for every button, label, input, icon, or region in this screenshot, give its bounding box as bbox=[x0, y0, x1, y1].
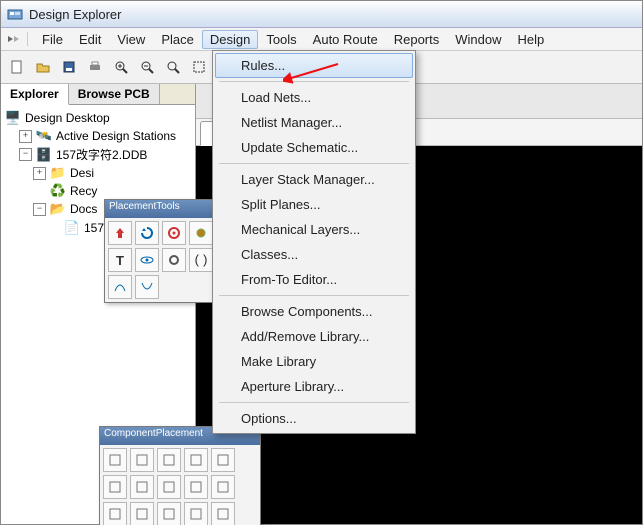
rotate-icon[interactable] bbox=[135, 221, 159, 245]
tree-ddb[interactable]: − 🗄️ 157改字符2.DDB bbox=[17, 145, 193, 164]
expander-icon[interactable]: + bbox=[19, 130, 32, 143]
expander-icon[interactable]: − bbox=[19, 148, 32, 161]
pcb-file-icon: 📄 bbox=[64, 220, 80, 236]
menu-item-netlist-manager[interactable]: Netlist Manager... bbox=[215, 110, 413, 135]
menu-item-add-remove-library[interactable]: Add/Remove Library... bbox=[215, 324, 413, 349]
select-rect-icon[interactable] bbox=[187, 55, 211, 79]
tree-active-stations[interactable]: + 🛰️ Active Design Stations bbox=[17, 127, 193, 145]
bracket-icon[interactable]: () bbox=[189, 248, 213, 272]
tree-recycle[interactable]: ♻️ Recy bbox=[31, 182, 193, 200]
tree-label: 157改字符2.DDB bbox=[56, 146, 147, 163]
align-left-icon[interactable] bbox=[103, 448, 127, 472]
tab-browse-pcb[interactable]: Browse PCB bbox=[69, 84, 160, 104]
open-icon[interactable] bbox=[31, 55, 55, 79]
station-icon: 🛰️ bbox=[36, 128, 52, 144]
titlebar: Design Explorer bbox=[1, 1, 642, 28]
save-icon[interactable] bbox=[57, 55, 81, 79]
tree-label: Recy bbox=[70, 184, 97, 198]
app-icon bbox=[7, 6, 23, 22]
app-window: Design Explorer FileEditViewPlaceDesignT… bbox=[0, 0, 643, 525]
spread-icon[interactable] bbox=[103, 502, 127, 525]
lock-anchor-icon[interactable] bbox=[184, 475, 208, 499]
menu-separator bbox=[219, 81, 409, 82]
tab-explorer[interactable]: Explorer bbox=[1, 84, 69, 105]
align-right-icon[interactable] bbox=[157, 448, 181, 472]
file-icon[interactable] bbox=[5, 55, 29, 79]
tree-label: Docs bbox=[70, 202, 97, 216]
text-icon[interactable]: T bbox=[108, 248, 132, 272]
distribute-v-icon[interactable] bbox=[157, 475, 181, 499]
expander-icon[interactable]: − bbox=[33, 203, 46, 216]
flip-v-icon[interactable] bbox=[211, 502, 235, 525]
group-icon[interactable] bbox=[130, 502, 154, 525]
flow2-icon[interactable] bbox=[135, 275, 159, 299]
database-icon: 🗄️ bbox=[36, 147, 52, 163]
menubar-handle-icon bbox=[5, 32, 28, 46]
menu-help[interactable]: Help bbox=[510, 30, 553, 49]
menu-design[interactable]: Design bbox=[202, 30, 258, 49]
menu-edit[interactable]: Edit bbox=[71, 30, 109, 49]
flip-h-icon[interactable] bbox=[184, 502, 208, 525]
menubar: FileEditViewPlaceDesignToolsAuto RouteRe… bbox=[1, 28, 642, 51]
floatbar-body bbox=[100, 445, 260, 525]
align-top-icon[interactable] bbox=[211, 448, 235, 472]
up-arrow-icon[interactable] bbox=[108, 221, 132, 245]
menu-item-mechanical-layers[interactable]: Mechanical Layers... bbox=[215, 217, 413, 242]
zoom-in-icon[interactable] bbox=[109, 55, 133, 79]
print-icon[interactable] bbox=[83, 55, 107, 79]
menu-tools[interactable]: Tools bbox=[258, 30, 304, 49]
menu-item-load-nets[interactable]: Load Nets... bbox=[215, 85, 413, 110]
menu-item-options[interactable]: Options... bbox=[215, 406, 413, 431]
align-vcenter-icon[interactable] bbox=[103, 475, 127, 499]
tree-label: Active Design Stations bbox=[56, 129, 176, 143]
tree-root[interactable]: 🖥️ Design Desktop bbox=[3, 109, 193, 127]
menu-item-layer-stack-manager[interactable]: Layer Stack Manager... bbox=[215, 167, 413, 192]
tree-label: Design Desktop bbox=[25, 111, 110, 125]
align-bottom-icon[interactable] bbox=[130, 475, 154, 499]
menu-place[interactable]: Place bbox=[153, 30, 202, 49]
menu-item-from-to-editor[interactable]: From-To Editor... bbox=[215, 267, 413, 292]
placement-tools-toolbar[interactable]: PlacementTools T () bbox=[104, 199, 224, 303]
menu-reports[interactable]: Reports bbox=[386, 30, 448, 49]
place-icon[interactable] bbox=[162, 221, 186, 245]
snap-icon[interactable] bbox=[211, 475, 235, 499]
menu-auto-route[interactable]: Auto Route bbox=[305, 30, 386, 49]
menu-item-browse-components[interactable]: Browse Components... bbox=[215, 299, 413, 324]
folder-open-icon: 📂 bbox=[50, 201, 66, 217]
flow-icon[interactable] bbox=[108, 275, 132, 299]
menu-separator bbox=[219, 295, 409, 296]
tree-design[interactable]: + 📁 Desi bbox=[31, 164, 193, 182]
component-placement-toolbar[interactable]: ComponentPlacement bbox=[99, 426, 261, 525]
menu-item-rules[interactable]: Rules... bbox=[215, 53, 413, 78]
design-menu-dropdown[interactable]: Rules... Load Nets...Netlist Manager...Up… bbox=[212, 50, 416, 434]
floatbar-body: T () bbox=[105, 218, 223, 302]
floatbar-title: PlacementTools bbox=[105, 200, 223, 218]
menu-view[interactable]: View bbox=[109, 30, 153, 49]
menu-file[interactable]: File bbox=[34, 30, 71, 49]
expander-icon[interactable]: + bbox=[33, 167, 46, 180]
zoom-fit-icon[interactable] bbox=[161, 55, 185, 79]
distribute-h-icon[interactable] bbox=[184, 448, 208, 472]
recycle-icon: ♻️ bbox=[50, 183, 66, 199]
align-hcenter-icon[interactable] bbox=[130, 448, 154, 472]
ungroup-icon[interactable] bbox=[157, 502, 181, 525]
menu-item-classes[interactable]: Classes... bbox=[215, 242, 413, 267]
menu-item-update-schematic[interactable]: Update Schematic... bbox=[215, 135, 413, 160]
window-title: Design Explorer bbox=[29, 7, 122, 22]
desktop-icon: 🖥️ bbox=[5, 110, 21, 126]
orbit-icon[interactable] bbox=[135, 248, 159, 272]
zoom-out-icon[interactable] bbox=[135, 55, 159, 79]
gear-tool-icon[interactable] bbox=[162, 248, 186, 272]
menu-separator bbox=[219, 163, 409, 164]
explorer-tabs: Explorer Browse PCB bbox=[1, 84, 195, 105]
menu-window[interactable]: Window bbox=[447, 30, 509, 49]
tree-label: Desi bbox=[70, 166, 94, 180]
folder-icon: 📁 bbox=[50, 165, 66, 181]
menu-item-split-planes[interactable]: Split Planes... bbox=[215, 192, 413, 217]
via-icon[interactable] bbox=[189, 221, 213, 245]
menu-separator bbox=[219, 402, 409, 403]
menu-item-aperture-library[interactable]: Aperture Library... bbox=[215, 374, 413, 399]
menu-item-make-library[interactable]: Make Library bbox=[215, 349, 413, 374]
